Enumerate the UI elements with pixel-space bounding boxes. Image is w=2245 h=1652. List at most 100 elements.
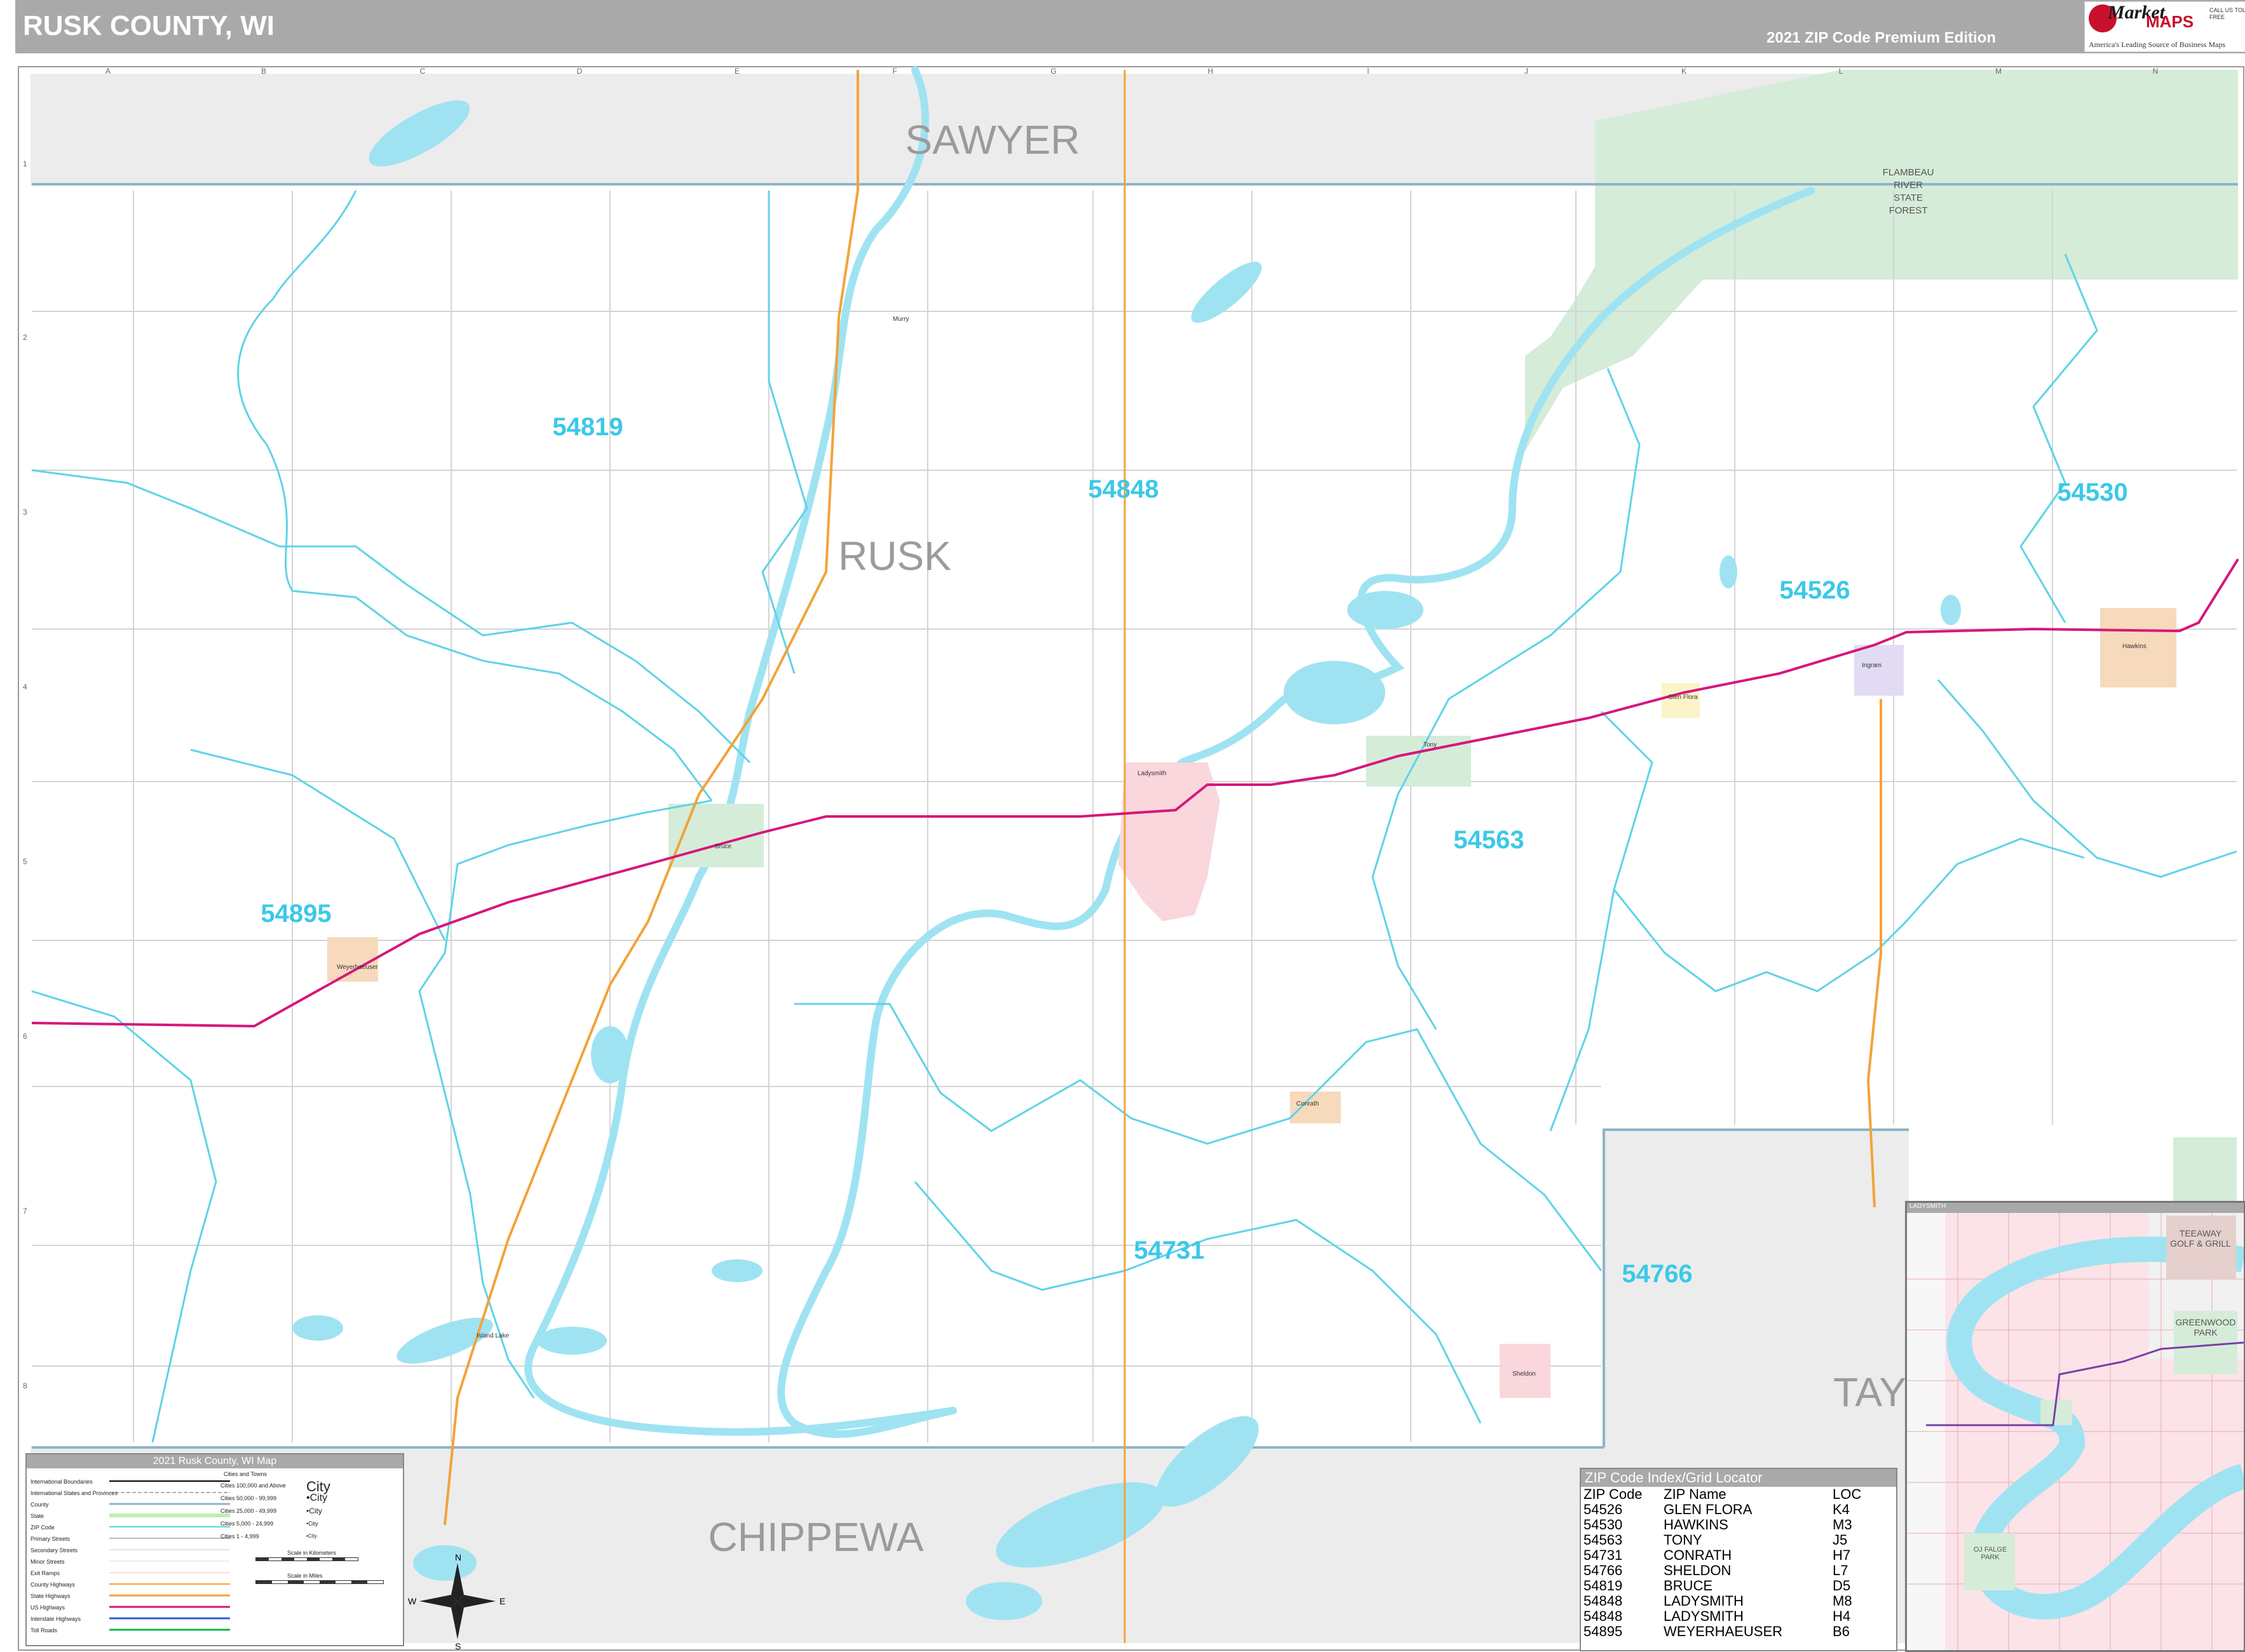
zip-index-header-row: ZIP Code ZIP Name LOC — [1584, 1487, 1865, 1502]
table-row[interactable]: 54563 TONY J5 — [1584, 1533, 1865, 1548]
inset-label-park: OJ FALGE PARK — [1973, 1546, 2007, 1561]
svg-text:1: 1 — [23, 159, 27, 168]
svg-text:H: H — [1208, 67, 1214, 76]
ingram-area — [1854, 645, 1904, 696]
legend-city-sample-3: •City — [306, 1506, 322, 1515]
county-label-taylor: TAY — [1833, 1369, 1906, 1415]
svg-text:3: 3 — [23, 508, 27, 517]
legend-item-interstate: Interstate Highways — [31, 1616, 81, 1622]
table-row[interactable]: 54848 LADYSMITH H4 — [1584, 1609, 1865, 1624]
svg-text:F: F — [892, 67, 897, 76]
scale-bar-mi — [255, 1580, 384, 1584]
table-row[interactable]: 54731 CONRATH H7 — [1584, 1548, 1865, 1563]
legend-item-primary: Primary Streets — [31, 1536, 71, 1542]
svg-text:Glen Flora: Glen Flora — [1668, 694, 1698, 701]
legend-item-exit-ramps: Exit Ramps — [31, 1570, 60, 1576]
legend-item-intl-states: International States and Provinces — [31, 1490, 118, 1496]
ladysmith-inset-map[interactable]: LADYSMITH TEEAWAY GOLF & GRILL GREENWOOD… — [1905, 1201, 2245, 1652]
svg-text:Weyerhaeuser: Weyerhaeuser — [337, 964, 379, 971]
county-label-rusk: RUSK — [838, 533, 951, 579]
table-row[interactable]: 54526 GLEN FLORA K4 — [1584, 1502, 1865, 1517]
svg-text:Hawkins: Hawkins — [2122, 643, 2147, 650]
table-row[interactable]: 54848 LADYSMITH M8 — [1584, 1594, 1865, 1609]
table-row[interactable]: 54819 BRUCE D5 — [1584, 1578, 1865, 1594]
forest-label-4: FOREST — [1889, 205, 1928, 216]
legend-item-toll: Toll Roads — [31, 1627, 58, 1634]
conrath-area — [1290, 1092, 1341, 1123]
legend-item-zip: ZIP Code — [31, 1524, 55, 1531]
table-row[interactable]: 54530 HAWKINS M3 — [1584, 1517, 1865, 1533]
svg-text:L: L — [1839, 67, 1843, 76]
legend-city-sample-5: •City — [306, 1533, 317, 1539]
inset-label-greenwood: GREENWOOD PARK — [2175, 1317, 2236, 1337]
svg-text:2: 2 — [23, 333, 27, 342]
svg-text:Ladysmith: Ladysmith — [1137, 770, 1167, 777]
zip-index-table: ZIP Code ZIP Name LOC 54526 GLEN FLORA K4 … — [1584, 1487, 1865, 1639]
svg-text:4: 4 — [23, 682, 27, 691]
svg-text:Conrath: Conrath — [1296, 1100, 1319, 1107]
svg-text:Murry: Murry — [893, 316, 909, 323]
legend-item-secondary: Secondary Streets — [31, 1547, 78, 1554]
zip-label-54895[interactable]: 54895 — [261, 900, 331, 928]
svg-text:Bruce: Bruce — [715, 843, 732, 850]
svg-text:G: G — [1050, 67, 1056, 76]
compass-w: W — [408, 1596, 417, 1606]
legend-city-class-2: Cities 50,000 - 99,999 — [220, 1495, 277, 1501]
zip-label-54766[interactable]: 54766 — [1622, 1260, 1692, 1288]
svg-text:E: E — [735, 67, 740, 76]
legend-city-class-4: Cities 5,000 - 24,999 — [220, 1520, 274, 1527]
svg-text:Sheldon: Sheldon — [1512, 1371, 1536, 1378]
legend-city-class-1: Cities 100,000 and Above — [220, 1482, 286, 1489]
county-label-chippewa: CHIPPEWA — [709, 1514, 924, 1560]
legend-city-head: Cities and Towns — [224, 1471, 267, 1477]
svg-text:7: 7 — [23, 1207, 27, 1215]
zip-label-54530[interactable]: 54530 — [2057, 478, 2127, 506]
compass-e: E — [499, 1596, 505, 1606]
zip-index-col-loc: LOC — [1833, 1486, 1862, 1502]
forest-label-3: STATE — [1894, 193, 1923, 203]
legend-scale-mi: Scale in Miles — [287, 1573, 323, 1579]
compass-s: S — [455, 1641, 461, 1651]
svg-text:J: J — [1524, 67, 1528, 76]
svg-text:Island Lake: Island Lake — [477, 1332, 510, 1339]
svg-text:K: K — [1681, 67, 1686, 76]
legend-scale-km: Scale in Kilometers — [287, 1550, 337, 1556]
svg-text:Ingram: Ingram — [1862, 662, 1882, 669]
forest-label-1: FLAMBEAU — [1883, 167, 1934, 178]
svg-text:N: N — [2153, 67, 2159, 76]
legend-title: 2021 Rusk County, WI Map — [27, 1454, 403, 1468]
table-row[interactable]: 54895 WEYERHAEUSER B6 — [1584, 1624, 1865, 1639]
legend-item-county-hwy: County Highways — [31, 1581, 76, 1588]
legend-item-intl-boundaries: International Boundaries — [31, 1479, 93, 1485]
zip-label-54731[interactable]: 54731 — [1134, 1236, 1204, 1264]
svg-text:M: M — [1995, 67, 2002, 76]
zip-label-54848[interactable]: 54848 — [1088, 475, 1158, 503]
svg-text:D: D — [577, 67, 583, 76]
zip-label-54563[interactable]: 54563 — [1453, 826, 1524, 854]
inset-svg — [1907, 1213, 2244, 1650]
map-legend: 2021 Rusk County, WI Map Cities and Town… — [25, 1453, 404, 1646]
compass-n: N — [455, 1552, 461, 1562]
legend-city-class-5: Cities 1 - 4,999 — [220, 1533, 259, 1540]
compass-rose-icon: N S E W — [408, 1552, 505, 1651]
legend-city-sample-4: •City — [306, 1520, 318, 1527]
legend-city-class-3: Cities 25,000 - 49,999 — [220, 1508, 277, 1514]
svg-text:Tony: Tony — [1423, 741, 1437, 748]
zip-code-index: ZIP Code Index/Grid Locator ZIP Code ZIP… — [1580, 1468, 1897, 1651]
svg-text:8: 8 — [23, 1381, 27, 1390]
rusk-county-area — [32, 186, 2237, 1130]
grid-rows: 1 2 3 4 5 6 7 8 — [23, 159, 27, 1390]
county-label-sawyer: SAWYER — [905, 117, 1080, 163]
svg-text:I: I — [1367, 67, 1369, 76]
zip-index-col-zip: ZIP Code — [1584, 1486, 1643, 1502]
scale-bar-km — [255, 1557, 358, 1561]
zip-label-54819[interactable]: 54819 — [552, 413, 623, 441]
forest-label-2: RIVER — [1894, 180, 1923, 191]
table-row[interactable]: 54766 SHELDON L7 — [1584, 1563, 1865, 1578]
legend-item-state-hwy: State Highways — [31, 1593, 71, 1599]
zip-label-54526[interactable]: 54526 — [1779, 576, 1850, 604]
svg-text:5: 5 — [23, 857, 27, 866]
zip-index-title: ZIP Code Index/Grid Locator — [1581, 1469, 1896, 1487]
legend-item-state: State — [31, 1513, 44, 1519]
svg-text:C: C — [420, 67, 426, 76]
